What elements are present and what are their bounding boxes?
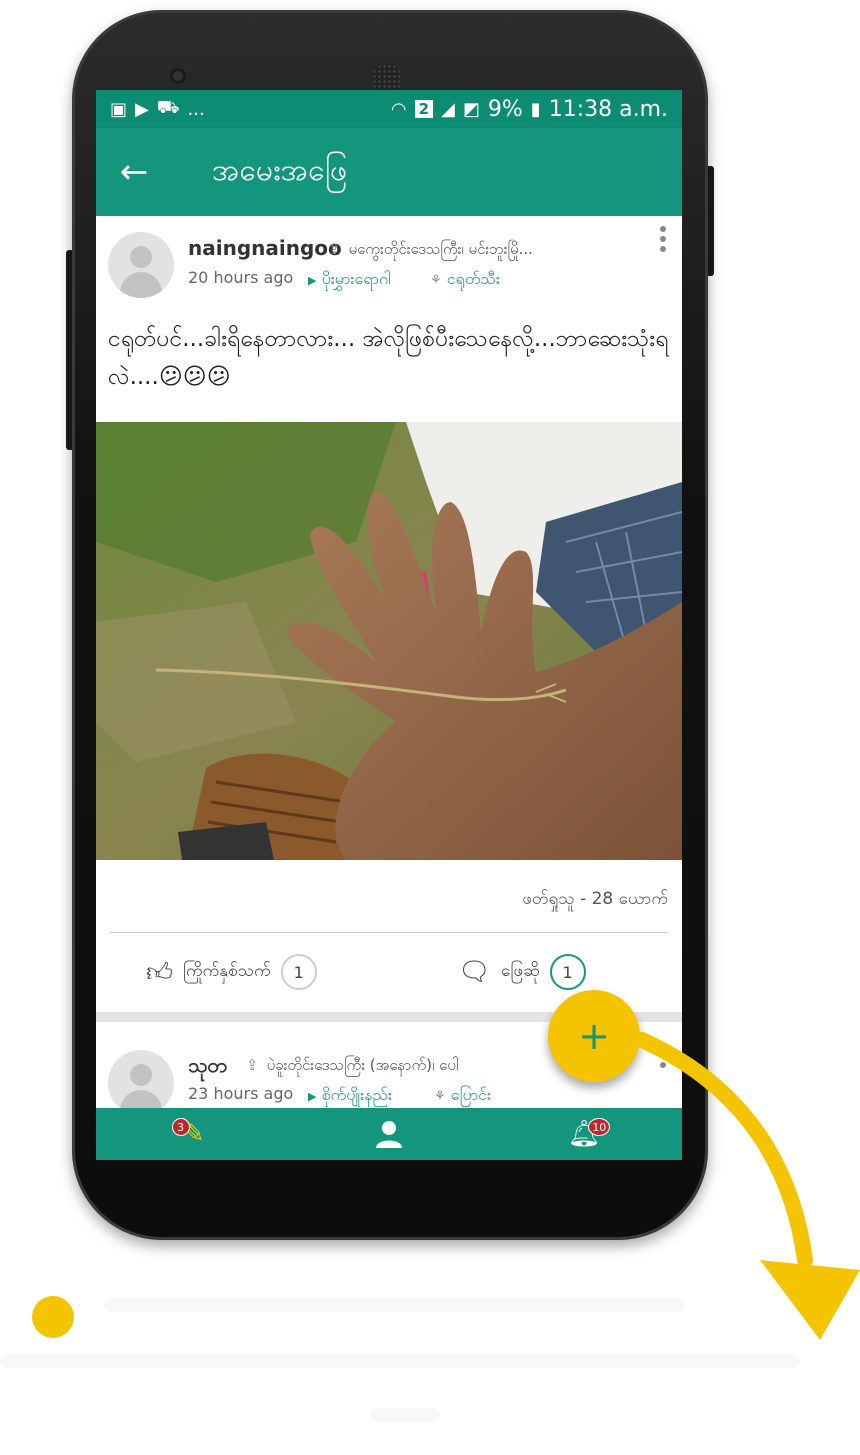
- emoji: 😕: [182, 364, 207, 390]
- avatar[interactable]: [108, 1050, 174, 1116]
- upload-icon: ⇪: [246, 1056, 259, 1074]
- questions-badge: 3: [171, 1118, 190, 1136]
- bottom-navigation: ✎ 3 🔔︎ 10: [96, 1108, 682, 1160]
- phone-camera: [170, 68, 186, 84]
- phone-sensor: [584, 72, 590, 78]
- battery-icon: ▮: [530, 98, 541, 120]
- post-time: 23 hours ago: [188, 1084, 294, 1103]
- notification-badge: 10: [588, 1118, 611, 1136]
- triangle-icon: ▶: [308, 1090, 317, 1103]
- gallery-icon: ▣: [110, 98, 128, 120]
- post-category[interactable]: ▶ စိုက်ပျိုးနည်း: [308, 1084, 392, 1108]
- post-crop[interactable]: ⚘ ငရုတ်သီး: [430, 268, 500, 292]
- status-bar: ▣ ▶ ⛟ ... ◠ 2 ◢ ◩ 9% ▮ 11:38 a.m.: [96, 90, 682, 128]
- sim-badge: 2: [414, 100, 434, 118]
- page: ▣ ▶ ⛟ ... ◠ 2 ◢ ◩ 9% ▮ 11:38 a.m. ← အမေး…: [0, 0, 860, 1455]
- signal2-icon: ◩: [462, 98, 480, 120]
- wifi-icon: ◠: [390, 98, 407, 120]
- plus-icon: +: [578, 1014, 610, 1058]
- signal-icon: ◢: [441, 98, 455, 120]
- phone-sensor: [608, 72, 614, 78]
- category-text: ပိုးမွှားရောဂါ: [321, 269, 391, 288]
- photo-illustration: [96, 422, 682, 860]
- comment-icon: 🗨︎: [458, 957, 492, 987]
- post-photo[interactable]: [96, 422, 682, 860]
- post-card[interactable]: naingnaingoo ⇪ မကွေးတိုင်းဒေသကြီး၊ မင်းဘူ…: [96, 216, 682, 1016]
- view-count: ဖတ်ရှုသူ - 28 ယောက်: [522, 889, 668, 909]
- divider: [110, 932, 668, 933]
- profile-icon: [375, 1121, 402, 1148]
- location-text: ပဲခူးတိုင်းဒေသကြီး (အနောက်)၊ ပေါ: [266, 1056, 459, 1074]
- page-title: အမေးအဖြေ: [212, 152, 348, 188]
- triangle-icon: ▶: [308, 274, 317, 287]
- post-username[interactable]: သုတ: [188, 1052, 227, 1082]
- plant-icon: ⚘: [430, 273, 442, 288]
- emoji: 😕: [206, 364, 231, 390]
- crop-text: ပြောင်း: [450, 1085, 492, 1104]
- battery-percent: 9%: [487, 96, 523, 122]
- status-right: ◠ 2 ◢ ◩ 9% ▮ 11:38 a.m.: [391, 97, 668, 122]
- caption-watermark: [0, 1290, 860, 1440]
- post-category[interactable]: ▶ ပိုးမွှားရောဂါ: [308, 268, 391, 292]
- nav-profile[interactable]: [369, 1114, 409, 1154]
- category-text: စိုက်ပျိုးနည်း: [321, 1085, 393, 1104]
- answer-count: 1: [549, 954, 586, 990]
- post-text: ငရုတ်ပင်...ခါးရိနေတာလား... အဲလိုဖြစ်ပီးသ…: [108, 320, 674, 396]
- clock: 11:38 a.m.: [548, 96, 668, 122]
- status-more: ...: [187, 98, 205, 120]
- app-bar: ← အမေးအဖြေ: [96, 128, 682, 216]
- emoji: 😕: [158, 364, 183, 390]
- post-time: 20 hours ago: [188, 268, 294, 287]
- thumbs-up-icon: 👍︎: [146, 957, 174, 988]
- post-crop[interactable]: ⚘ ပြောင်း: [434, 1084, 491, 1108]
- play-icon: ▶: [135, 98, 149, 120]
- arrow-left-icon[interactable]: ←: [96, 152, 172, 192]
- upload-icon: ⇪: [328, 240, 341, 258]
- more-options-icon[interactable]: [660, 226, 668, 252]
- like-button[interactable]: 👍︎ ကြိုက်နှစ်သက် 1: [146, 954, 317, 990]
- avatar[interactable]: [108, 232, 174, 298]
- post-location: ⇪ မကွေးတိုင်းဒေသကြီး၊ မင်းဘူးမြို...: [328, 240, 533, 262]
- plant-icon: ⚘: [434, 1089, 446, 1104]
- nav-questions[interactable]: ✎ 3: [171, 1114, 214, 1154]
- nav-notifications[interactable]: 🔔︎ 10: [564, 1114, 611, 1154]
- answer-label: ဖြေဆို: [501, 960, 540, 981]
- status-left: ▣ ▶ ⛟ ...: [110, 97, 205, 121]
- crop-text: ငရုတ်သီး: [446, 269, 500, 288]
- like-label: ကြိုက်နှစ်သက်: [183, 960, 271, 981]
- post-location: ⇪ ပဲခူးတိုင်းဒေသကြီး (အနောက်)၊ ပေါ: [246, 1056, 458, 1078]
- answer-button[interactable]: 🗨︎ ဖြေဆို 1: [458, 954, 586, 990]
- location-text: မကွေးတိုင်းဒေသကြီး၊ မင်းဘူးမြို...: [348, 240, 533, 258]
- post-username[interactable]: naingnaingoo: [188, 236, 342, 260]
- like-count: 1: [280, 954, 317, 990]
- car-icon: ⛟: [156, 97, 180, 118]
